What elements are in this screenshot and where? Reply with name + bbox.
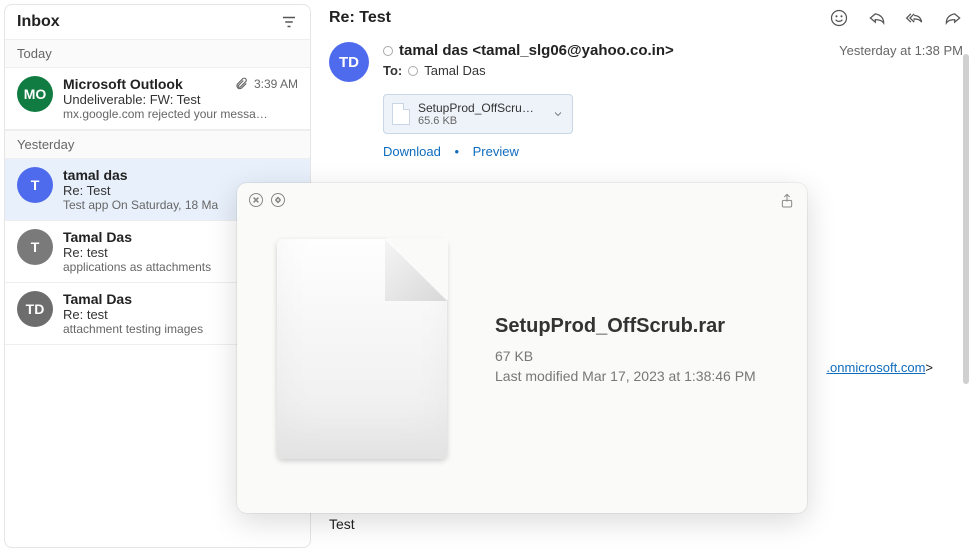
paperclip-icon <box>234 77 248 91</box>
section-label: Yesterday <box>5 130 310 159</box>
sender-avatar: TD <box>329 42 369 82</box>
message-item[interactable]: MO Microsoft Outlook 3:39 AMUndeliverable:… <box>5 68 310 130</box>
message-date: Yesterday at 1:38 PM <box>839 43 963 58</box>
reader-header: Re: Test <box>319 4 973 32</box>
reply-icon[interactable] <box>867 8 887 28</box>
sidebar-header: Inbox <box>5 5 310 39</box>
attachment-size: 65.6 KB <box>418 115 538 127</box>
link-separator: • <box>454 144 459 159</box>
preview-link[interactable]: Preview <box>473 144 519 159</box>
sender-row: TD tamal das <tamal_slg06@yahoo.co.in> Y… <box>319 32 973 86</box>
quicklook-filename: SetupProd_OffScrub.rar <box>495 315 767 338</box>
partial-link: .onmicrosoft.com> <box>826 360 933 375</box>
sender-name: tamal das <tamal_slg06@yahoo.co.in> <box>399 42 674 59</box>
avatar: T <box>17 167 53 203</box>
document-icon <box>277 239 447 459</box>
folder-title: Inbox <box>17 13 60 31</box>
message-time: 3:39 AM <box>254 77 298 91</box>
share-icon[interactable] <box>779 193 795 209</box>
message-snippet: mx.google.com rejected your messa… <box>63 107 298 121</box>
attachment-card[interactable]: SetupProd_OffScrub… 65.6 KB <box>383 94 573 134</box>
close-button[interactable] <box>249 193 263 207</box>
section-label: Today <box>5 39 310 68</box>
attachment-actions: Download • Preview <box>383 144 973 159</box>
forward-icon[interactable] <box>943 8 963 28</box>
reply-all-icon[interactable] <box>905 8 925 28</box>
reader-scrollbar[interactable] <box>963 54 969 384</box>
message-actions <box>829 8 963 28</box>
chevron-down-icon[interactable] <box>552 108 564 120</box>
message-subject-preview: Undeliverable: FW: Test <box>63 92 298 107</box>
fullscreen-button[interactable] <box>271 193 285 207</box>
react-icon[interactable] <box>829 8 849 28</box>
filter-icon[interactable] <box>280 13 298 31</box>
message-sender: Tamal Das <box>63 229 132 245</box>
avatar: MO <box>17 76 53 112</box>
avatar: TD <box>17 291 53 327</box>
quicklook-panel: SetupProd_OffScrub.rar 67 KB Last modifi… <box>237 183 807 513</box>
file-icon <box>392 103 410 125</box>
avatar: T <box>17 229 53 265</box>
onmicrosoft-link[interactable]: .onmicrosoft.com <box>826 360 925 375</box>
message-subject: Re: Test <box>329 9 391 27</box>
attachment-name: SetupProd_OffScrub… <box>418 101 538 115</box>
message-sender: Tamal Das <box>63 291 132 307</box>
recipient-presence-icon <box>408 66 418 76</box>
download-link[interactable]: Download <box>383 144 441 159</box>
presence-icon <box>383 46 393 56</box>
message-sender: Microsoft Outlook <box>63 76 183 92</box>
recipient-name: Tamal Das <box>424 63 485 78</box>
to-label: To: <box>383 63 402 78</box>
quicklook-size: 67 KB <box>495 348 767 364</box>
message-sender: tamal das <box>63 167 128 183</box>
quicklook-modified: Last modified Mar 17, 2023 at 1:38:46 PM <box>495 368 767 384</box>
